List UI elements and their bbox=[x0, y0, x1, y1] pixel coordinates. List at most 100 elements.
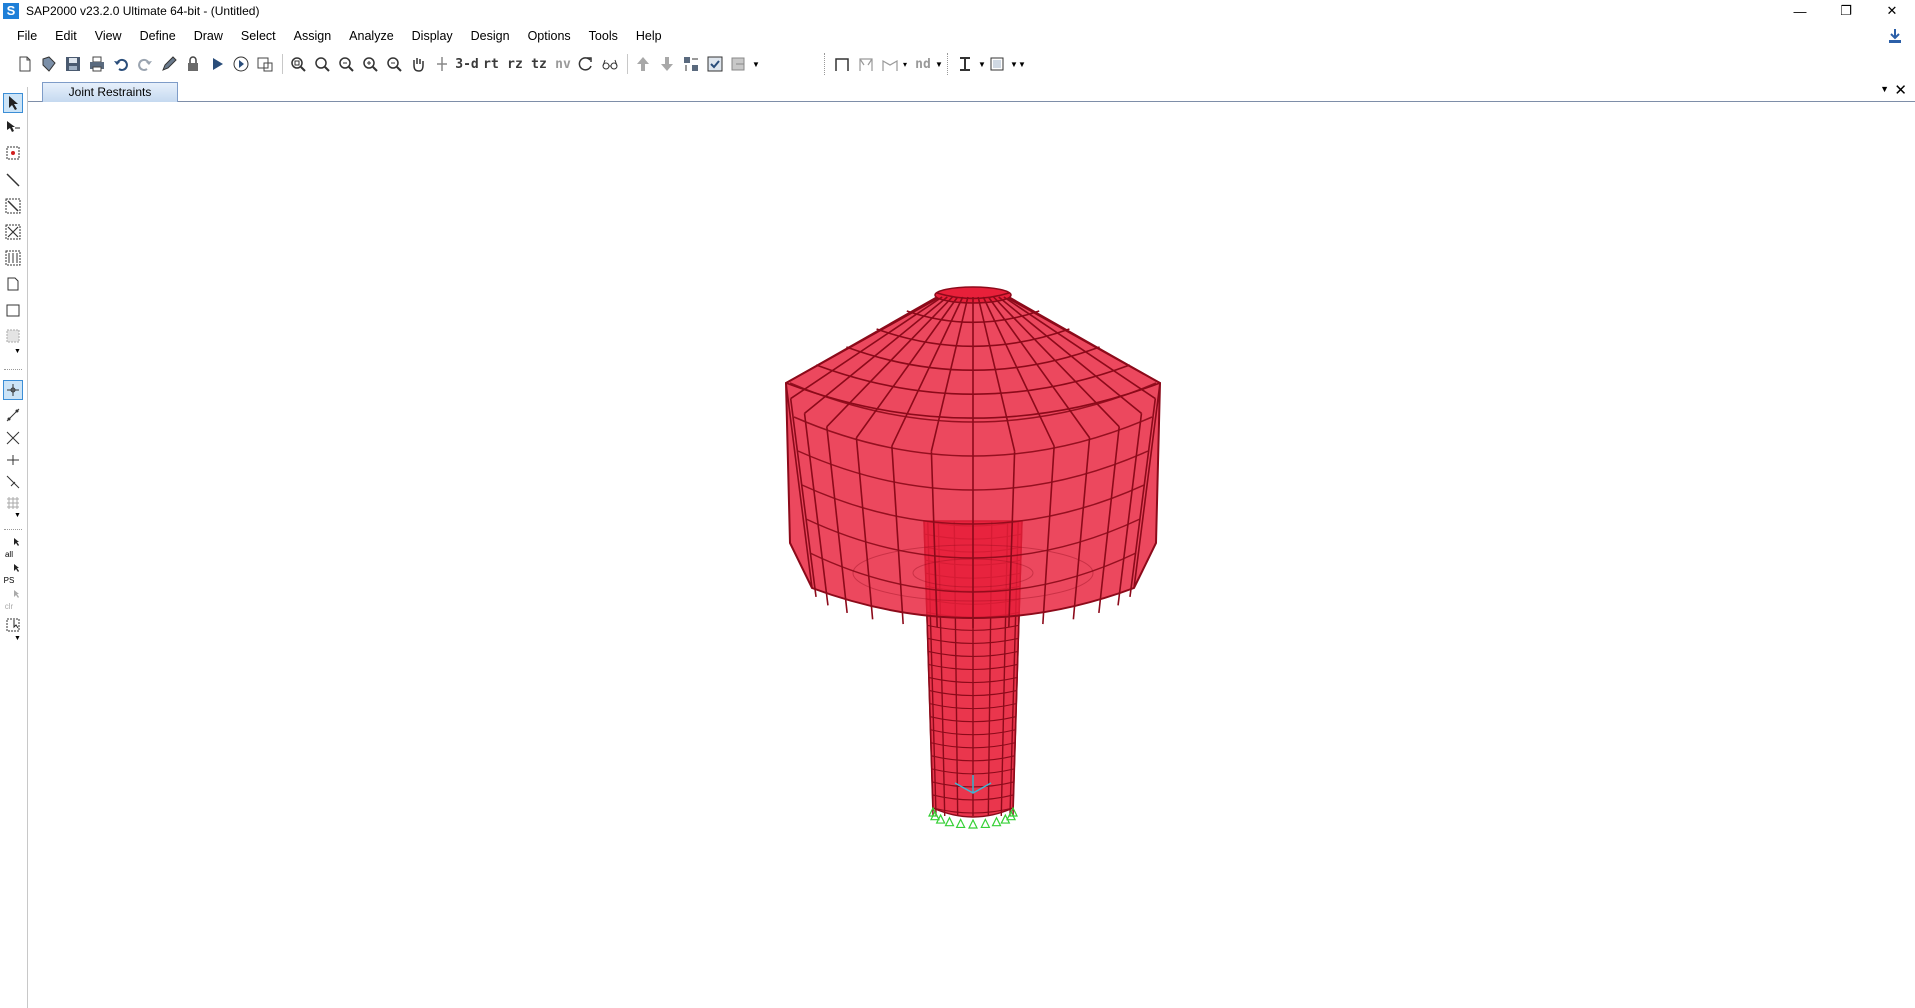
rubber-band-zoom-button[interactable] bbox=[287, 53, 309, 75]
menu-analyze[interactable]: Analyze bbox=[340, 25, 402, 47]
snap-to-perpendicular-tool[interactable] bbox=[3, 450, 23, 470]
select-all-label: all bbox=[4, 549, 13, 559]
run-analysis-button[interactable] bbox=[206, 53, 228, 75]
show-all-button[interactable] bbox=[728, 53, 750, 75]
menu-assign[interactable]: Assign bbox=[285, 25, 341, 47]
menu-display[interactable]: Display bbox=[403, 25, 462, 47]
menu-select[interactable]: Select bbox=[232, 25, 285, 47]
pointer-tool[interactable] bbox=[3, 93, 23, 113]
area-button[interactable] bbox=[986, 53, 1008, 75]
view-rz-button[interactable]: rz bbox=[503, 53, 527, 75]
fixed-support-symbol bbox=[944, 816, 955, 827]
select-dropdown-icon[interactable]: ▼ bbox=[14, 635, 21, 642]
menu-help[interactable]: Help bbox=[627, 25, 671, 47]
snap-dropdown-icon[interactable]: ▼ bbox=[14, 512, 21, 519]
save-button[interactable] bbox=[62, 53, 84, 75]
draw-poly-area-tool[interactable] bbox=[3, 274, 23, 294]
shrink-icon bbox=[684, 57, 698, 71]
snap-to-intersections-tool[interactable] bbox=[3, 428, 23, 448]
snap-to-grid-tool[interactable] bbox=[3, 493, 23, 513]
menu-view[interactable]: View bbox=[86, 25, 131, 47]
lock-button[interactable] bbox=[182, 53, 204, 75]
draw-cable-button[interactable] bbox=[879, 53, 901, 75]
show-all-dropdown-icon[interactable]: ▼ bbox=[752, 60, 760, 69]
pencil-icon bbox=[162, 56, 177, 71]
perspective-toggle-button[interactable] bbox=[599, 53, 621, 75]
previous-zoom-button[interactable] bbox=[335, 53, 357, 75]
arrow-up-icon bbox=[637, 57, 649, 71]
reshape-tool[interactable] bbox=[3, 117, 23, 137]
toolbar-grip[interactable] bbox=[947, 53, 950, 75]
menu-define[interactable]: Define bbox=[131, 25, 185, 47]
view-tz-button[interactable]: tz bbox=[527, 53, 551, 75]
move-down-button[interactable] bbox=[656, 53, 678, 75]
section-dropdown-icon[interactable]: ▼ bbox=[978, 60, 986, 69]
toolbar-grip[interactable] bbox=[824, 53, 827, 75]
object-shrink-button[interactable] bbox=[680, 53, 702, 75]
arrow-down-icon bbox=[661, 57, 673, 71]
view-rt-button[interactable]: rt bbox=[479, 53, 503, 75]
draw-frame-tool[interactable] bbox=[3, 170, 23, 190]
zoom-in-button[interactable] bbox=[359, 53, 381, 75]
new-model-button[interactable] bbox=[14, 53, 36, 75]
set-display-options-button[interactable] bbox=[431, 53, 453, 75]
redo-button[interactable] bbox=[134, 53, 156, 75]
draw-rectangular-area-tool[interactable] bbox=[3, 300, 23, 320]
open-button[interactable] bbox=[38, 53, 60, 75]
nd-button[interactable]: nd bbox=[911, 53, 935, 75]
view-3d-button[interactable]: 3-d bbox=[455, 53, 479, 75]
tab-close-icon[interactable]: ✕ bbox=[1894, 81, 1907, 99]
menu-edit[interactable]: Edit bbox=[46, 25, 86, 47]
show-selection-only-button[interactable] bbox=[704, 53, 726, 75]
restore-full-view-button[interactable] bbox=[311, 53, 333, 75]
minimize-button[interactable]: — bbox=[1777, 0, 1823, 22]
fixed-support-symbol bbox=[991, 816, 1002, 827]
menu-design[interactable]: Design bbox=[462, 25, 519, 47]
draw-frame-button[interactable] bbox=[831, 53, 853, 75]
cable-dropdown-icon[interactable]: ▾ bbox=[903, 60, 911, 69]
draw-truss-button[interactable] bbox=[855, 53, 877, 75]
model-view-canvas[interactable] bbox=[29, 103, 1915, 1008]
snap-line-icon bbox=[6, 475, 20, 489]
tab-list-dropdown-icon[interactable]: ▼ bbox=[1880, 84, 1889, 94]
quick-draw-braces-tool[interactable] bbox=[3, 222, 23, 242]
toolbar-overflow-icon[interactable]: ▼ bbox=[1018, 60, 1026, 69]
section-cut-button[interactable] bbox=[954, 53, 976, 75]
tab-joint-restraints[interactable]: Joint Restraints bbox=[42, 82, 178, 102]
draw-joint-tool[interactable] bbox=[3, 143, 23, 163]
pan-button[interactable] bbox=[407, 53, 429, 75]
move-up-button[interactable] bbox=[632, 53, 654, 75]
snap-perpendicular-icon bbox=[7, 455, 19, 465]
area-dropdown-icon[interactable]: ▼ bbox=[1010, 60, 1018, 69]
download-icon[interactable] bbox=[1887, 28, 1903, 44]
view-nv-button[interactable]: nv bbox=[551, 53, 575, 75]
snap-to-ends-tool[interactable] bbox=[3, 405, 23, 425]
rotate-3d-view-button[interactable] bbox=[575, 53, 597, 75]
restore-button[interactable]: ❐ bbox=[1823, 0, 1869, 22]
menu-file[interactable]: File bbox=[8, 25, 46, 47]
menu-draw[interactable]: Draw bbox=[185, 25, 232, 47]
quick-draw-area-tool[interactable] bbox=[3, 326, 23, 346]
fixed-support-symbol bbox=[955, 818, 966, 829]
nd-dropdown-icon[interactable]: ▼ bbox=[935, 60, 943, 69]
model-lock-button[interactable] bbox=[254, 53, 276, 75]
refresh-view-button[interactable] bbox=[158, 53, 180, 75]
print-icon bbox=[90, 56, 104, 72]
snap-to-points-tool[interactable] bbox=[3, 380, 23, 400]
rect-area-icon bbox=[6, 304, 20, 317]
close-button[interactable]: ✕ bbox=[1869, 0, 1915, 22]
zoom-out-button[interactable] bbox=[383, 53, 405, 75]
print-button[interactable] bbox=[86, 53, 108, 75]
menu-tools[interactable]: Tools bbox=[580, 25, 627, 47]
undo-button[interactable] bbox=[110, 53, 132, 75]
draw-area-dropdown-icon[interactable]: ▼ bbox=[14, 348, 21, 355]
run-now-button[interactable] bbox=[230, 53, 252, 75]
menu-options[interactable]: Options bbox=[519, 25, 580, 47]
show-all-icon bbox=[731, 57, 745, 71]
snap-to-lines-tool[interactable] bbox=[3, 472, 23, 492]
quick-draw-frame-tool[interactable] bbox=[3, 196, 23, 216]
quick-area-icon bbox=[6, 329, 20, 343]
quick-draw-secondary-beams-tool[interactable] bbox=[3, 248, 23, 268]
open-icon bbox=[42, 56, 56, 72]
intersecting-line-select-tool[interactable] bbox=[3, 615, 23, 635]
